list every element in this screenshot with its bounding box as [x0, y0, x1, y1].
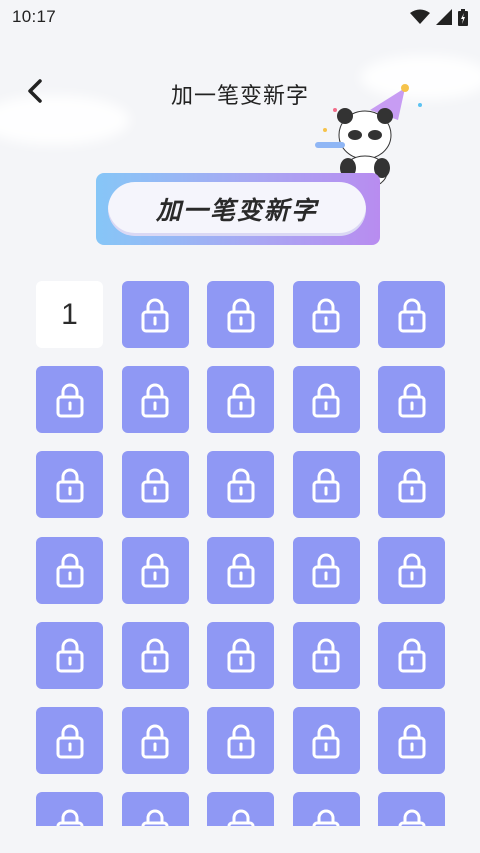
- lock-icon: [312, 724, 340, 758]
- level-tile-locked[interactable]: [36, 707, 103, 774]
- level-tile-locked[interactable]: [36, 366, 103, 434]
- level-tile-locked[interactable]: [292, 621, 360, 689]
- lock-icon: [141, 468, 169, 503]
- level-grid: 1: [36, 281, 446, 826]
- lock-icon: [312, 383, 340, 418]
- lock-icon: [56, 724, 83, 758]
- level-number: 1: [61, 297, 78, 331]
- level-tile-locked[interactable]: [378, 536, 445, 604]
- level-tile-unlocked[interactable]: 1: [36, 281, 103, 348]
- lock-icon: [227, 298, 254, 332]
- game-title-banner: 加一笔变新字: [96, 173, 380, 245]
- lock-icon: [141, 638, 169, 673]
- level-tile-locked[interactable]: [121, 792, 189, 826]
- lock-icon: [56, 809, 83, 826]
- lock-icon: [398, 724, 425, 758]
- lock-icon: [312, 468, 340, 503]
- status-bar: 10:17: [0, 0, 480, 34]
- lock-icon: [398, 298, 425, 332]
- lock-icon: [312, 298, 340, 332]
- lock-icon: [56, 468, 83, 503]
- banner-label: 加一笔变新字: [108, 182, 366, 236]
- level-tile-locked[interactable]: [292, 707, 360, 774]
- level-tile-locked[interactable]: [378, 281, 445, 348]
- lock-icon: [141, 298, 169, 332]
- lock-icon: [56, 553, 83, 588]
- lock-icon: [227, 468, 254, 503]
- lock-icon: [56, 638, 83, 673]
- wifi-icon: [410, 9, 430, 24]
- lock-icon: [398, 638, 425, 673]
- lock-icon: [312, 638, 340, 673]
- lock-icon: [398, 383, 425, 418]
- level-tile-locked[interactable]: [121, 281, 189, 348]
- level-tile-locked[interactable]: [378, 621, 445, 689]
- level-tile-locked[interactable]: [378, 707, 445, 774]
- level-tile-locked[interactable]: [207, 792, 274, 826]
- level-tile-locked[interactable]: [121, 621, 189, 689]
- status-icons: [410, 8, 468, 26]
- lock-icon: [312, 809, 340, 826]
- level-tile-locked[interactable]: [121, 451, 189, 519]
- level-tile-locked[interactable]: [121, 536, 189, 604]
- signal-icon: [436, 9, 452, 25]
- status-time: 10:17: [12, 7, 57, 26]
- level-tile-locked[interactable]: [207, 536, 274, 604]
- level-tile-locked[interactable]: [207, 451, 274, 519]
- level-tile-locked[interactable]: [292, 536, 360, 604]
- level-tile-locked[interactable]: [36, 536, 103, 604]
- battery-icon: [458, 8, 468, 26]
- lock-icon: [312, 553, 340, 588]
- level-tile-locked[interactable]: [292, 792, 360, 826]
- level-tile-locked[interactable]: [207, 707, 274, 774]
- lock-icon: [141, 383, 169, 418]
- level-tile-locked[interactable]: [207, 281, 274, 348]
- level-tile-locked[interactable]: [36, 792, 103, 826]
- level-tile-locked[interactable]: [36, 621, 103, 689]
- lock-icon: [227, 809, 254, 826]
- lock-icon: [398, 553, 425, 588]
- level-tile-locked[interactable]: [121, 707, 189, 774]
- lock-icon: [227, 638, 254, 673]
- level-tile-locked[interactable]: [207, 621, 274, 689]
- lock-icon: [141, 553, 169, 588]
- lock-icon: [141, 809, 169, 826]
- lock-icon: [56, 383, 83, 418]
- level-tile-locked[interactable]: [378, 792, 445, 826]
- lock-icon: [398, 809, 425, 826]
- level-tile-locked[interactable]: [292, 451, 360, 519]
- lock-icon: [398, 468, 425, 503]
- level-tile-locked[interactable]: [292, 366, 360, 434]
- level-tile-locked[interactable]: [378, 451, 445, 519]
- lock-icon: [227, 383, 254, 418]
- level-tile-locked[interactable]: [36, 451, 103, 519]
- lock-icon: [141, 724, 169, 758]
- level-tile-locked[interactable]: [292, 281, 360, 348]
- level-tile-locked[interactable]: [207, 366, 274, 434]
- level-tile-locked[interactable]: [378, 366, 445, 434]
- level-tile-locked[interactable]: [121, 366, 189, 434]
- lock-icon: [227, 724, 254, 758]
- lock-icon: [227, 553, 254, 588]
